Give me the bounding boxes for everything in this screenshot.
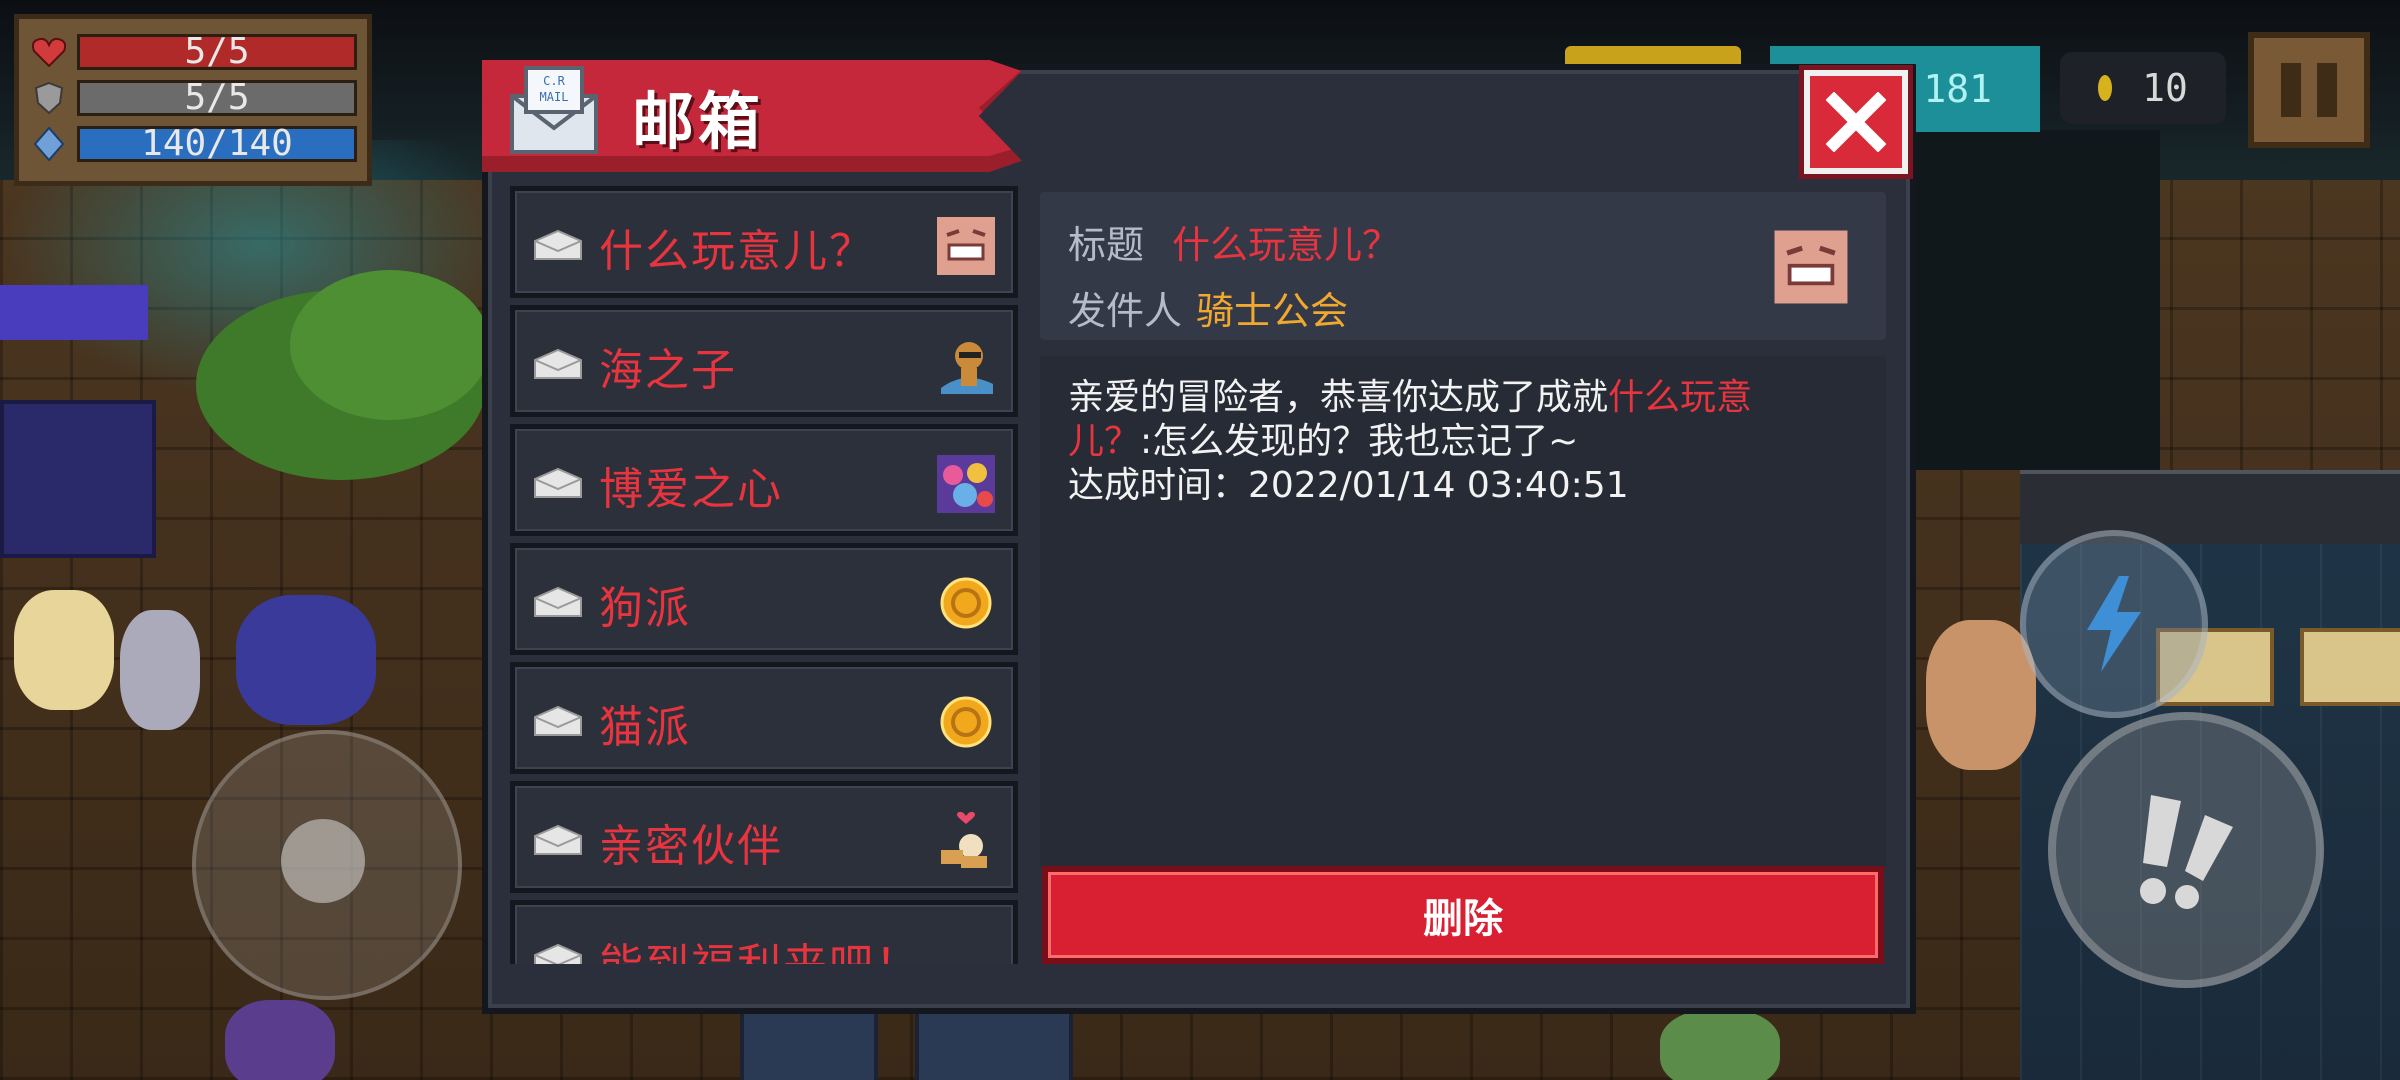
monkey-character-icon xyxy=(941,342,993,394)
shop-sign xyxy=(0,285,148,340)
lightning-icon xyxy=(2087,576,2141,672)
table xyxy=(915,1010,1073,1080)
mail-item-label: 猫派 xyxy=(599,702,691,753)
mail-icon-text: C.R xyxy=(543,74,565,88)
body-text: 亲爱的冒险者，恭喜你达成了成就 xyxy=(1068,377,1609,418)
mail-detail-header: 标题 什么玩意儿？ 发件人 骑士公会 xyxy=(1040,192,1886,340)
body-text: :怎么发现的？我也忘记了~ xyxy=(1140,421,1579,462)
pause-icon xyxy=(2317,63,2337,117)
envelope-icon xyxy=(534,229,582,260)
envelope-icon xyxy=(534,348,582,379)
body-line: 儿？:怎么发现的？我也忘记了~ xyxy=(1068,420,1858,464)
mail-item-label: 博爱之心 xyxy=(599,464,783,515)
body-line: 亲爱的冒险者，恭喜你达成了成就什么玩意 xyxy=(1068,376,1858,420)
skill-button[interactable] xyxy=(2020,530,2208,718)
hp-bar: 5/5 xyxy=(77,34,357,70)
attack-button[interactable] xyxy=(2048,712,2324,988)
sender-value: 骑士公会 xyxy=(1196,289,1349,333)
characters-group-icon xyxy=(937,455,995,513)
mail-list-item[interactable]: 狗派 xyxy=(510,543,1018,655)
achievement-name: 什么玩意 xyxy=(1608,377,1753,418)
player-stats-panel: 5/5 5/5 140/140 xyxy=(14,14,372,186)
armor-row: 5/5 xyxy=(29,75,357,121)
armor-bar: 5/5 xyxy=(77,80,357,116)
close-button[interactable] xyxy=(1804,70,1908,174)
movement-joystick[interactable] xyxy=(192,730,462,1000)
envelope-icon xyxy=(534,586,582,617)
envelope-icon xyxy=(534,943,582,964)
achievement-name: 儿？ xyxy=(1068,421,1141,462)
mail-item-label: 什么玩意儿？ xyxy=(599,226,875,277)
room-wall xyxy=(2020,470,2400,544)
grinning-face-icon xyxy=(937,217,995,275)
grinning-face-icon xyxy=(1774,230,1848,304)
mail-list-item[interactable]: 猫派 xyxy=(510,662,1018,774)
delete-button[interactable]: 删除 xyxy=(1042,866,1884,964)
wizard-npc xyxy=(236,595,376,725)
coin-count: 10 xyxy=(2142,66,2188,110)
exclamation-icon xyxy=(2140,795,2233,909)
mailbox-title: 邮箱 xyxy=(632,85,765,158)
mail-list-item[interactable]: 亲密伙伴 xyxy=(510,781,1018,893)
mail-list[interactable]: 什么玩意儿？ 海之子 博爱之心 狗派 猫派 亲密伙伴 能到福利来吧！ xyxy=(510,186,1018,964)
mail-list-item[interactable]: 什么玩意儿？ xyxy=(510,186,1018,298)
gold-coin-icon xyxy=(940,577,992,629)
joystick-knob[interactable] xyxy=(281,819,365,903)
mail-list-item[interactable]: 海之子 xyxy=(510,305,1018,417)
energy-crystal-icon xyxy=(29,126,69,162)
subject-row: 标题 什么玩意儿？ xyxy=(1068,214,1400,269)
sender-row: 发件人 骑士公会 xyxy=(1068,280,1348,335)
subject-value: 什么玩意儿？ xyxy=(1172,223,1401,267)
heart-icon xyxy=(29,34,69,70)
mail-item-label: 狗派 xyxy=(599,583,691,634)
mail-list-item[interactable]: 能到福利来吧！ xyxy=(510,900,1018,964)
mail-item-label: 能到福利来吧！ xyxy=(599,905,921,964)
close-icon xyxy=(1826,92,1886,152)
envelope-icon xyxy=(534,705,582,736)
mail-body: 亲爱的冒险者，恭喜你达成了成就什么玩意 儿？:怎么发现的？我也忘记了~ 达成时间… xyxy=(1040,356,1886,868)
mail-list-item[interactable]: 博爱之心 xyxy=(510,424,1018,536)
shop-keeper-npc xyxy=(1926,620,2036,770)
pet-heart-icon xyxy=(941,811,987,868)
knight-npc xyxy=(1660,1010,1780,1080)
mail-item-label: 海之子 xyxy=(599,345,737,396)
svg-text:MAIL: MAIL xyxy=(540,90,569,104)
mail-item-label: 亲密伙伴 xyxy=(599,821,783,872)
pause-button[interactable] xyxy=(2248,32,2370,148)
hp-row: 5/5 xyxy=(29,29,357,75)
subject-label: 标题 xyxy=(1068,223,1145,267)
vending-machine xyxy=(0,400,156,558)
envelope-icon xyxy=(534,467,582,498)
sender-label: 发件人 xyxy=(1068,289,1183,333)
envelope-icon xyxy=(534,824,582,855)
priest-npc xyxy=(225,1000,335,1080)
mail-envelope-icon: C.R MAIL xyxy=(506,62,602,158)
notice-board xyxy=(2300,628,2400,706)
angel-npc xyxy=(14,590,114,710)
coin-counter: 10 xyxy=(2060,52,2226,124)
table xyxy=(740,1010,878,1080)
shield-icon xyxy=(29,80,69,116)
tree xyxy=(290,270,490,420)
achievement-time: 达成时间：2022/01/14 03:40:51 xyxy=(1068,465,1629,506)
energy-bar: 140/140 xyxy=(77,126,357,162)
gold-coin-icon xyxy=(940,696,992,748)
pause-icon xyxy=(2281,63,2301,117)
energy-row: 140/140 xyxy=(29,121,357,167)
computer-terminal xyxy=(120,610,200,730)
coin-icon xyxy=(2098,75,2113,101)
